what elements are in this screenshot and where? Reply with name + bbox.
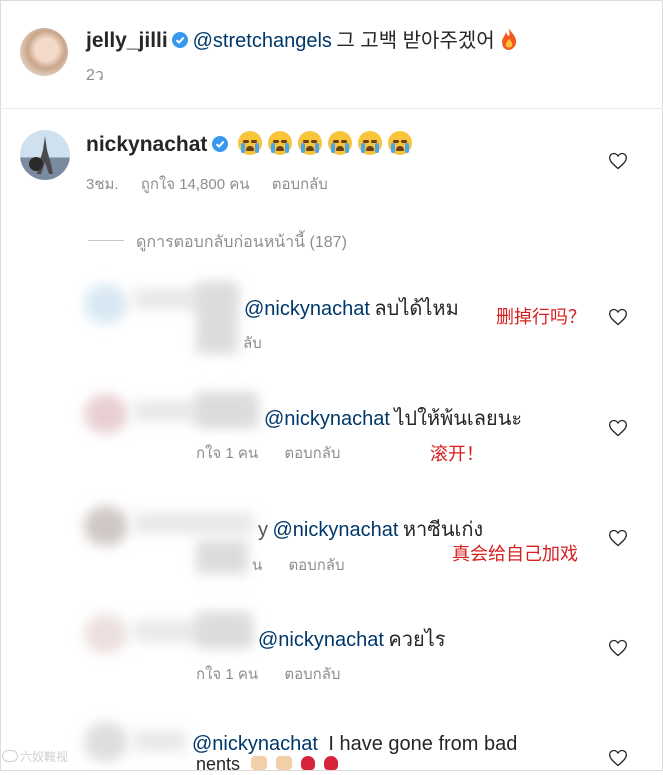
annotation-3: 真会给自己加戏 xyxy=(452,544,578,565)
verified-icon xyxy=(211,136,228,152)
reply-1-line: @nickynachat ลบได้ไหม xyxy=(244,292,459,324)
username-nickynachat[interactable]: nickynachat xyxy=(86,133,207,156)
reply-3-meta: น ตอบกลับ xyxy=(252,553,345,577)
avatar-nickynachat[interactable] xyxy=(20,130,70,180)
reply-button[interactable]: ตอบกลับ xyxy=(288,557,344,574)
crying-emoji xyxy=(268,131,293,155)
blurred-block xyxy=(196,282,238,354)
reply-2-line: @nickynachat ไปให้พ้นเลยนะ xyxy=(264,402,522,434)
verified-icon xyxy=(172,32,189,48)
annotation-1: 删掉行吗？ xyxy=(496,307,586,328)
heart-icon[interactable] xyxy=(608,638,628,658)
crying-emoji xyxy=(298,131,323,155)
mention-link[interactable]: @nickynachat xyxy=(264,408,390,430)
username-jelly-jilli[interactable]: jelly_jilli xyxy=(86,29,168,52)
hands-emoji xyxy=(251,756,268,770)
avatar-jelly-jilli[interactable] xyxy=(20,28,68,76)
heart-icon[interactable] xyxy=(608,418,628,438)
blurred-avatar xyxy=(84,722,128,762)
reply-text: ไปให้พ้นเลยนะ xyxy=(394,408,523,430)
reply-5-line-2: nents xyxy=(196,754,339,775)
reply-5-line: @nickynachat I have gone from bad xyxy=(192,733,517,756)
blurred-username xyxy=(134,730,186,752)
blurred-block xyxy=(196,612,252,648)
blurred-avatar xyxy=(84,284,128,324)
heart-icon[interactable] xyxy=(608,748,628,768)
blurred-username xyxy=(134,512,254,534)
watermark-logo-icon xyxy=(2,750,18,762)
reply-2-meta: กใจ 1 คน ตอบกลับ xyxy=(196,441,340,465)
heart-icon[interactable] xyxy=(608,151,628,171)
mention-link[interactable]: @nickynachat xyxy=(192,733,318,755)
hands-emoji xyxy=(276,756,293,770)
reply-3-line: y @nickynachat หาซีนเก่ง xyxy=(258,513,483,545)
view-previous-replies[interactable]: ดูการตอบกลับก่อนหน้านี้ (187) xyxy=(136,230,347,255)
reply-text: หาซีนเก่ง xyxy=(402,519,484,541)
crying-emoji-group xyxy=(238,131,418,155)
view-replies-line xyxy=(88,240,124,241)
reply-text: ลบได้ไหม xyxy=(374,298,459,320)
blurred-avatar xyxy=(84,506,128,546)
screenshot-frame xyxy=(0,0,663,771)
section-divider xyxy=(0,108,663,109)
comment-time: 3ชม. xyxy=(86,176,119,193)
crying-emoji xyxy=(358,131,383,155)
reply-text: I have gone from bad xyxy=(328,733,518,755)
reply-button[interactable]: ตอบกลับ xyxy=(284,666,340,683)
reply-text-continued: nents xyxy=(196,754,241,774)
crying-emoji xyxy=(328,131,353,155)
crying-emoji xyxy=(388,131,413,155)
blurred-block xyxy=(196,540,248,574)
crying-emoji xyxy=(238,131,263,155)
reply-4-line: @nickynachat ควยไร xyxy=(258,623,446,655)
broken-heart-emoji xyxy=(301,756,316,770)
heart-icon[interactable] xyxy=(608,307,628,327)
reply-text: ควยไร xyxy=(388,629,446,651)
main-comment-meta: 3ชม. ถูกใจ 14,800 คน ตอบกลับ xyxy=(86,172,328,196)
name-fragment: y xyxy=(258,519,268,541)
broken-heart-emoji xyxy=(324,756,339,770)
reply-1-meta: ลับ xyxy=(243,335,262,352)
likes-count[interactable]: กใจ 1 คน xyxy=(196,666,258,683)
meta-fragment: น xyxy=(252,557,263,574)
watermark-text: 六奴鞍视 xyxy=(20,750,69,764)
blurred-avatar xyxy=(84,614,128,654)
mention-link[interactable]: @nickynachat xyxy=(272,519,398,541)
reply-button[interactable]: ตอบกลับ xyxy=(284,445,340,462)
mention-link[interactable]: @nickynachat xyxy=(258,629,384,651)
blurred-block xyxy=(196,392,258,428)
eiffel-tower-icon xyxy=(29,136,53,174)
top-comment-line: jelly_jilli @stretchangels 그 고백 받아주겠어 xyxy=(86,24,519,53)
mention-link[interactable]: @stretchangels xyxy=(193,30,332,52)
watermark: 六奴鞍视 xyxy=(2,748,68,765)
reply-button[interactable]: ตอบกลับ xyxy=(272,176,328,193)
fire-emoji xyxy=(502,28,517,50)
likes-count[interactable]: กใจ 1 คน xyxy=(196,445,258,462)
heart-icon[interactable] xyxy=(608,528,628,548)
top-comment-time: 2ว xyxy=(86,67,104,84)
blurred-avatar xyxy=(84,394,128,434)
mention-link[interactable]: @nickynachat xyxy=(244,298,370,320)
annotation-2: 滚开！ xyxy=(430,444,484,465)
likes-count[interactable]: ถูกใจ 14,800 คน xyxy=(141,176,250,193)
comment-text: 그 고백 받아주겠어 xyxy=(336,30,495,52)
main-comment-line: nickynachat xyxy=(86,131,418,157)
reply-4-meta: กใจ 1 คน ตอบกลับ xyxy=(196,662,340,686)
